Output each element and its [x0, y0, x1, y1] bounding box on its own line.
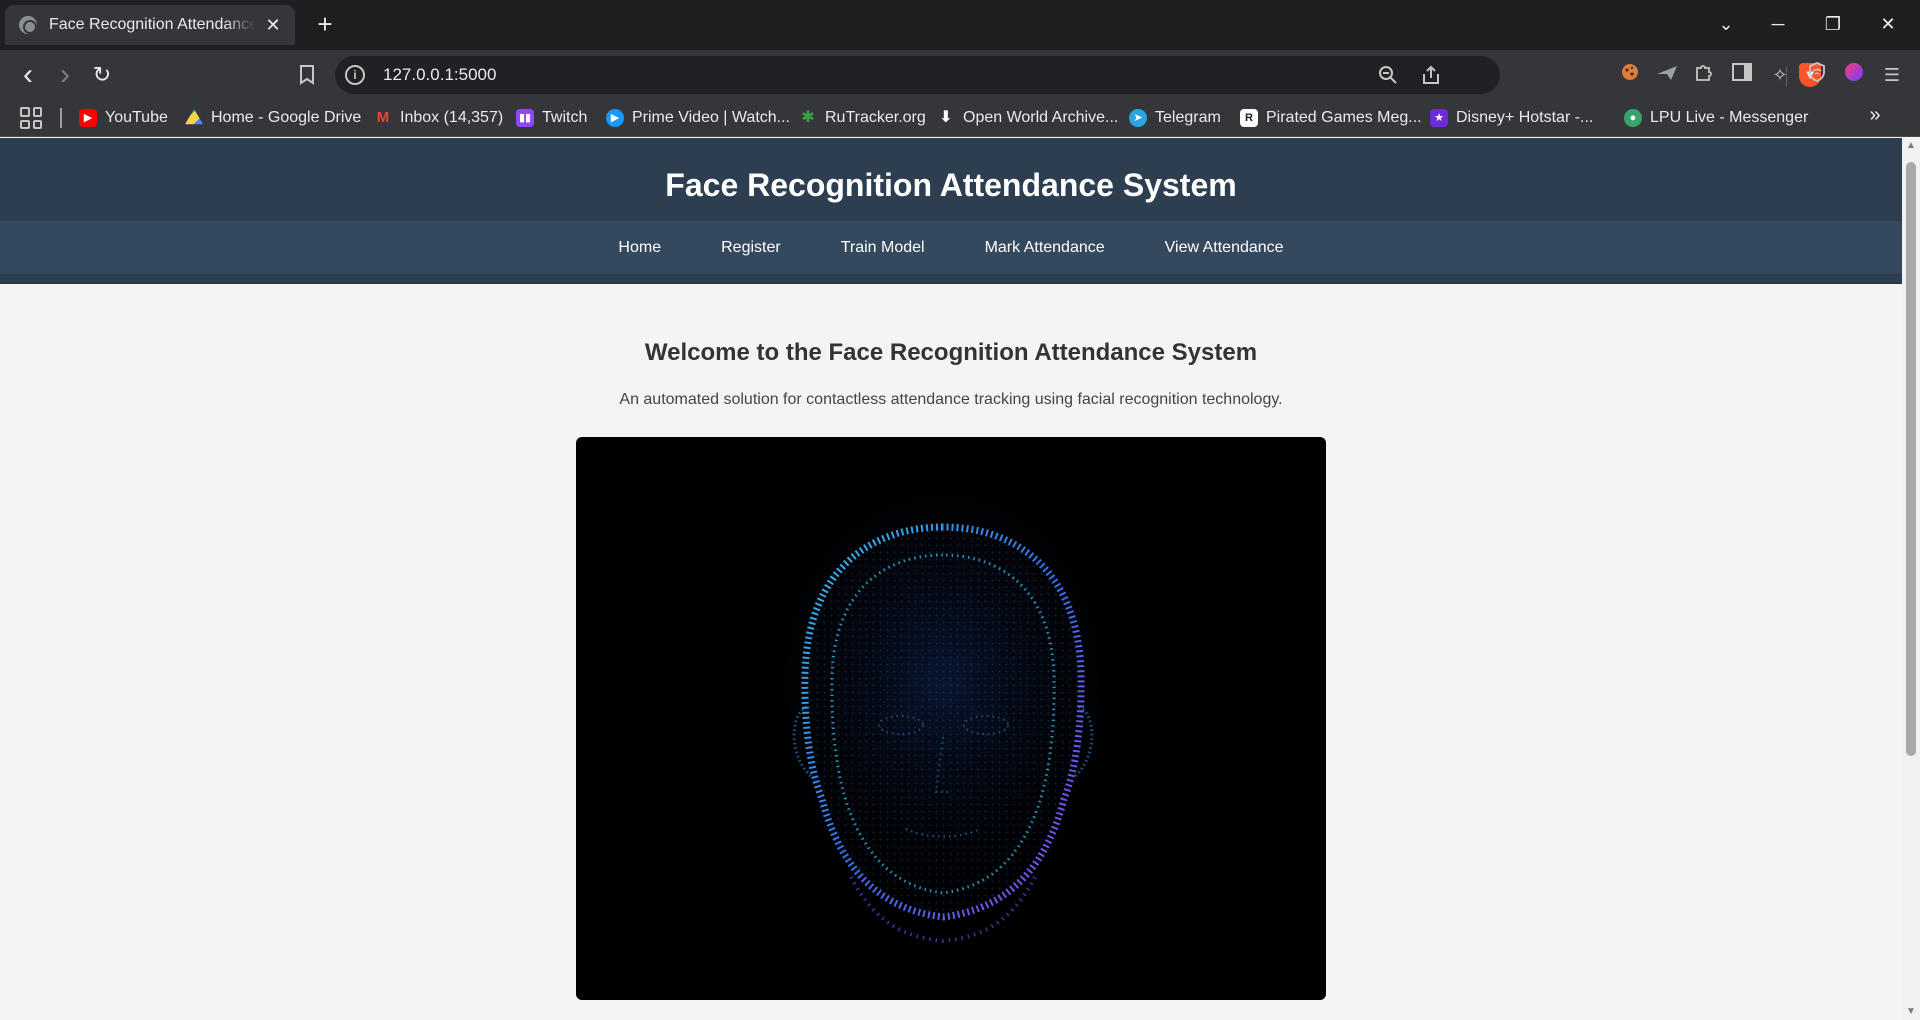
bookmark-hotstar[interactable]: ★ Disney+ Hotstar -...: [1430, 100, 1593, 136]
wallet-icon[interactable]: [1841, 62, 1867, 88]
nav-link-home[interactable]: Home: [588, 221, 691, 274]
bookmark-icon[interactable]: [292, 60, 322, 90]
bookmark-lpu-live[interactable]: ● LPU Live - Messenger: [1624, 100, 1808, 136]
restore-window-button[interactable]: ❐: [1813, 9, 1853, 39]
google-drive-icon: [185, 109, 203, 125]
zoom-icon[interactable]: [1375, 62, 1401, 88]
welcome-description: An automated solution for contactless at…: [619, 391, 1283, 408]
face-scan-hero-image: [576, 437, 1326, 1000]
download-icon: ⬇: [939, 109, 953, 126]
page-scrollbar[interactable]: ▲ ▼: [1902, 138, 1920, 1020]
bookmark-prime-video[interactable]: ▶ Prime Video | Watch...: [606, 100, 790, 136]
forward-button[interactable]: ›: [50, 60, 80, 90]
bookmark-label: Prime Video | Watch...: [632, 109, 790, 126]
bookmark-twitch[interactable]: ▮▮ Twitch: [516, 100, 587, 136]
bookmark-pirated-games[interactable]: R Pirated Games Meg...: [1240, 100, 1422, 136]
tab-close-icon[interactable]: ✕: [263, 15, 283, 36]
back-button[interactable]: ‹: [13, 60, 43, 90]
scrollbar-thumb[interactable]: [1906, 162, 1916, 756]
bookmark-label: Telegram: [1155, 109, 1221, 126]
nav-link-train-model[interactable]: Train Model: [811, 221, 955, 274]
page-viewport: Face Recognition Attendance System Home …: [0, 138, 1902, 1020]
new-tab-button[interactable]: +: [310, 9, 340, 39]
bookmark-rutracker[interactable]: ✱ RuTracker.org: [799, 100, 926, 136]
extension-plane-icon[interactable]: [1654, 62, 1680, 88]
reload-button[interactable]: ↻: [87, 60, 117, 90]
bookmarks-separator: [60, 108, 62, 128]
share-icon[interactable]: [1418, 62, 1444, 88]
menu-icon[interactable]: ☰: [1879, 62, 1905, 88]
bookmark-label: Open World Archive...: [963, 109, 1119, 126]
bookmark-youtube[interactable]: ▶ YouTube: [79, 100, 168, 136]
nav-link-register[interactable]: Register: [691, 221, 811, 274]
site-title: Face Recognition Attendance System: [665, 167, 1237, 203]
address-bar[interactable]: i 127.0.0.1:5000 ▼: [335, 56, 1821, 94]
gmail-icon: M: [376, 109, 390, 126]
bookmark-google-drive[interactable]: Home - Google Drive: [185, 100, 361, 136]
bookmark-label: YouTube: [105, 109, 168, 126]
telegram-icon: ➤: [1129, 109, 1147, 127]
browser-toolbar: ‹ › ↻ i 127.0.0.1:5000 ▼ ✧ ☰: [0, 50, 1920, 100]
bookmark-gmail[interactable]: M Inbox (14,357): [374, 100, 503, 136]
site-info-icon[interactable]: i: [345, 65, 365, 85]
scroll-down-arrow-icon[interactable]: ▼: [1902, 1004, 1920, 1020]
browser-tabstrip: Face Recognition Attendance System ✕ + ⌄…: [0, 0, 1920, 50]
rutracker-icon: ✱: [801, 109, 815, 126]
tab-search-chevron-icon[interactable]: ⌄: [1706, 9, 1746, 39]
bookmark-label: Inbox (14,357): [400, 109, 504, 126]
bookmark-label: RuTracker.org: [825, 109, 926, 126]
scroll-up-arrow-icon[interactable]: ▲: [1902, 138, 1920, 154]
tab-title: Face Recognition Attendance System: [49, 16, 255, 33]
prime-video-icon: ▶: [606, 109, 624, 127]
apps-grid-icon[interactable]: [20, 107, 42, 129]
url-text: 127.0.0.1:5000: [383, 65, 497, 84]
bookmark-label: Disney+ Hotstar -...: [1456, 109, 1594, 126]
site-nav: Home Register Train Model Mark Attendanc…: [0, 221, 1902, 274]
site-header: Face Recognition Attendance System Home …: [0, 138, 1902, 284]
bookmarks-bar: ▶ YouTube Home - Google Drive M Inbox (1…: [0, 100, 1920, 137]
hotstar-icon: ★: [1430, 109, 1448, 127]
minimize-window-button[interactable]: ─: [1758, 9, 1798, 39]
browser-tab-active[interactable]: Face Recognition Attendance System ✕: [5, 5, 295, 45]
leo-ai-icon[interactable]: ✧: [1767, 62, 1793, 88]
welcome-heading: Welcome to the Face Recognition Attendan…: [644, 339, 1258, 366]
globe-icon: [19, 16, 37, 34]
extension-cookie-icon[interactable]: [1617, 62, 1643, 88]
youtube-icon: ▶: [79, 109, 97, 127]
extensions-puzzle-icon[interactable]: [1691, 62, 1717, 88]
pirated-games-icon: R: [1240, 109, 1258, 127]
bookmark-telegram[interactable]: ➤ Telegram: [1129, 100, 1221, 136]
lpu-live-icon: ●: [1624, 109, 1642, 127]
nav-link-view-attendance[interactable]: View Attendance: [1135, 221, 1314, 274]
vpn-shield-icon[interactable]: [1804, 62, 1830, 88]
close-window-button[interactable]: ✕: [1868, 9, 1908, 39]
welcome-section: Welcome to the Face Recognition Attendan…: [0, 284, 1902, 409]
bookmark-label: Pirated Games Meg...: [1266, 109, 1422, 126]
bookmarks-overflow-icon[interactable]: »: [1862, 104, 1888, 127]
bookmark-label: LPU Live - Messenger: [1650, 109, 1809, 126]
bookmark-open-world-archive[interactable]: ⬇ Open World Archive...: [937, 100, 1118, 136]
face-wireframe-illustration: [733, 457, 1153, 957]
bookmark-label: Home - Google Drive: [211, 109, 362, 126]
nav-link-mark-attendance[interactable]: Mark Attendance: [955, 221, 1135, 274]
twitch-icon: ▮▮: [516, 109, 534, 127]
bookmark-label: Twitch: [542, 109, 588, 126]
sidebar-toggle-icon[interactable]: [1729, 62, 1755, 88]
